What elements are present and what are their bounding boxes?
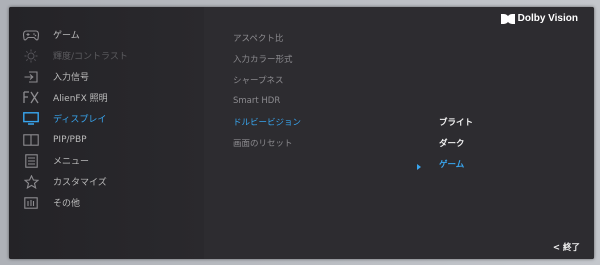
gamepad-icon (23, 28, 39, 42)
sidebar-item-label: AlienFX 照明 (53, 94, 108, 104)
submenu-item-smart-hdr[interactable]: Smart HDR (233, 92, 280, 110)
submenu-item-dolby-vision[interactable]: ドルビービジョン (233, 113, 301, 131)
sidebar-item-alienfx-lighting[interactable]: AlienFX 照明 (9, 87, 204, 108)
sidebar-item-label: PIP/PBP (53, 134, 87, 145)
sidebar-item-game[interactable]: ゲーム (9, 24, 204, 45)
option-bright[interactable]: ブライト (439, 113, 473, 131)
sidebar-item-label: カスタマイズ (53, 178, 107, 188)
sidebar-item-label: メニュー (53, 157, 90, 167)
star-icon (23, 174, 39, 189)
sidebar-item-input-source[interactable]: 入力信号 (9, 66, 204, 87)
input-icon (23, 70, 39, 84)
settings-panel: Dolby Vision アスペクト比 入力カラー形式 シャープネス Smart… (204, 7, 594, 259)
exit-button[interactable]: < 終了 (553, 241, 580, 253)
screen-frame: ゲーム 輝度/コントラスト 入力信号 AlienFX 照明 ディスプレイ PIP… (0, 0, 600, 265)
dolby-vision-text: Dolby Vision (517, 13, 578, 24)
option-game[interactable]: ゲーム (439, 155, 464, 173)
pip-icon (23, 133, 39, 147)
submenu-item-display-reset[interactable]: 画面のリセット (233, 134, 293, 152)
sidebar-item-display[interactable]: ディスプレイ (9, 108, 204, 129)
submenu-item-input-color-format[interactable]: 入力カラー形式 (233, 50, 293, 68)
sidebar: ゲーム 輝度/コントラスト 入力信号 AlienFX 照明 ディスプレイ PIP… (9, 7, 204, 259)
sidebar-item-customize[interactable]: カスタマイズ (9, 171, 204, 192)
info-icon (23, 196, 39, 210)
sidebar-item-pip-pbp[interactable]: PIP/PBP (9, 129, 204, 150)
sidebar-item-menu[interactable]: メニュー (9, 150, 204, 171)
osd-menu: ゲーム 輝度/コントラスト 入力信号 AlienFX 照明 ディスプレイ PIP… (9, 7, 594, 259)
brightness-icon (23, 49, 39, 63)
fx-icon (23, 91, 39, 105)
sidebar-item-label: 入力信号 (53, 73, 90, 83)
submenu-item-sharpness[interactable]: シャープネス (233, 71, 284, 89)
selected-marker-icon (417, 164, 421, 170)
sidebar-item-others[interactable]: その他 (9, 192, 204, 213)
option-dark[interactable]: ダーク (439, 134, 465, 152)
sidebar-item-label: ゲーム (53, 31, 80, 41)
submenu-item-aspect-ratio[interactable]: アスペクト比 (233, 29, 283, 47)
menu-list-icon (23, 153, 39, 168)
sidebar-item-brightness-contrast[interactable]: 輝度/コントラスト (9, 45, 204, 66)
dolby-double-d-icon (500, 9, 515, 28)
dolby-vision-logo: Dolby Vision (500, 9, 578, 28)
monitor-icon (23, 112, 39, 126)
sidebar-item-label: その他 (53, 199, 81, 209)
sidebar-item-label: 輝度/コントラスト (53, 52, 128, 62)
sidebar-item-label: ディスプレイ (53, 115, 107, 125)
